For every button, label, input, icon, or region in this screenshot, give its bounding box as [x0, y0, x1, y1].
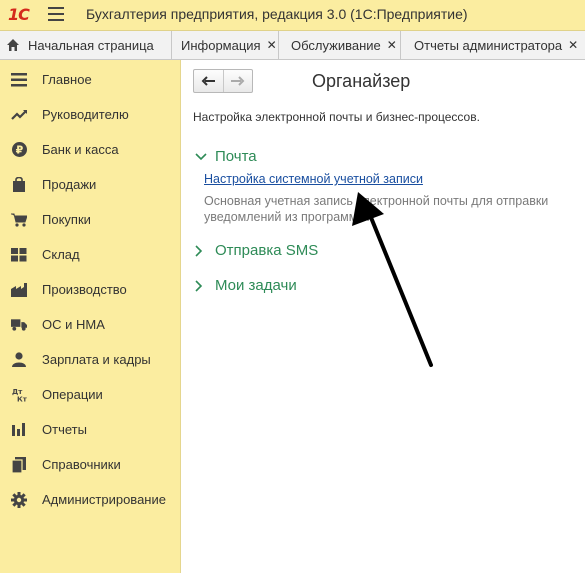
sidebar-item-label: Зарплата и кадры	[42, 352, 151, 367]
tab-info-label: Информация	[181, 37, 261, 53]
group-my-tasks-label: Мои задачи	[215, 277, 297, 294]
sidebar-item-operations[interactable]: Дт Кт Операции	[0, 377, 180, 412]
main-content: Органайзер Настройка электронной почты и…	[181, 60, 585, 573]
warehouse-icon	[11, 247, 27, 263]
chevron-right-icon	[195, 244, 207, 257]
close-icon[interactable]: ✕	[568, 38, 578, 52]
group-mail[interactable]: Почта	[195, 148, 257, 165]
group-sms[interactable]: Отправка SMS	[195, 242, 318, 259]
sidebar-item-sales[interactable]: Продажи	[0, 167, 180, 202]
system-account-settings-link[interactable]: Настройка системной учетной записи	[204, 172, 423, 186]
sidebar-item-label: Банк и касса	[42, 142, 119, 157]
group-my-tasks[interactable]: Мои задачи	[195, 277, 297, 294]
home-icon	[7, 39, 19, 51]
close-icon[interactable]: ✕	[387, 38, 397, 52]
group-sms-label: Отправка SMS	[215, 242, 319, 259]
bar-chart-icon	[11, 422, 27, 438]
chevron-down-icon	[195, 152, 207, 161]
sidebar-item-label: Склад	[42, 247, 80, 262]
sidebar-item-label: Справочники	[42, 457, 121, 472]
forward-button[interactable]	[224, 70, 253, 92]
sidebar-item-administration[interactable]: Администрирование	[0, 482, 180, 517]
history-navigation	[193, 69, 253, 93]
sidebar-item-bank[interactable]: ₽ Банк и касса	[0, 132, 180, 167]
page-title: Органайзер	[312, 71, 411, 91]
sidebar-item-manager[interactable]: Руководителю	[0, 97, 180, 132]
sidebar-item-warehouse[interactable]: Склад	[0, 237, 180, 272]
sidebar-item-salary[interactable]: Зарплата и кадры	[0, 342, 180, 377]
arrow-left-icon	[201, 76, 216, 86]
sidebar: Главное Руководителю ₽ Банк и касса Прод…	[0, 60, 181, 573]
tab-home-label: Начальная страница	[28, 37, 154, 53]
tab-bar: Начальная страница Информация ✕ Обслужив…	[0, 31, 585, 60]
mail-hint: Основная учетная запись электронной почт…	[204, 194, 549, 224]
ruble-icon: ₽	[11, 142, 27, 158]
list-icon	[11, 72, 27, 88]
sidebar-item-label: Администрирование	[42, 492, 166, 507]
sidebar-item-directories[interactable]: Справочники	[0, 447, 180, 482]
page-description: Настройка электронной почты и бизнес-про…	[193, 110, 480, 124]
tab-admin-reports[interactable]: Отчеты администратора ✕	[402, 31, 585, 59]
group-mail-label: Почта	[215, 148, 257, 165]
svg-text:Кт: Кт	[17, 396, 27, 403]
sidebar-item-purchases[interactable]: Покупки	[0, 202, 180, 237]
dt-kt-icon: Дт Кт	[11, 387, 27, 403]
sidebar-item-label: Продажи	[42, 177, 97, 192]
sidebar-item-reports[interactable]: Отчеты	[0, 412, 180, 447]
svg-text:₽: ₽	[15, 144, 23, 157]
sidebar-item-label: Отчеты	[42, 422, 87, 437]
sidebar-item-label: Операции	[42, 387, 103, 402]
sidebar-item-label: Главное	[42, 72, 92, 87]
sidebar-item-label: Производство	[42, 282, 127, 297]
bag-icon	[11, 177, 27, 193]
tab-admin-reports-label: Отчеты администратора	[414, 37, 563, 53]
tab-home[interactable]: Начальная страница	[0, 31, 172, 59]
tab-info[interactable]: Информация ✕	[172, 31, 279, 59]
factory-icon	[11, 282, 27, 298]
app-title: Бухгалтерия предприятия, редакция 3.0 (1…	[86, 6, 468, 22]
chevron-right-icon	[195, 279, 207, 292]
tab-service-label: Обслуживание	[291, 37, 381, 53]
title-bar: 1С Бухгалтерия предприятия, редакция 3.0…	[0, 0, 585, 31]
cart-icon	[11, 212, 27, 228]
sidebar-item-production[interactable]: Производство	[0, 272, 180, 307]
sidebar-item-main[interactable]: Главное	[0, 62, 180, 97]
tab-service[interactable]: Обслуживание ✕	[280, 31, 401, 59]
hamburger-menu-icon[interactable]	[48, 7, 64, 21]
trend-icon	[11, 107, 27, 123]
truck-icon	[11, 317, 27, 333]
back-button[interactable]	[194, 70, 224, 92]
gear-icon	[11, 491, 27, 508]
books-icon	[11, 456, 27, 473]
close-icon[interactable]: ✕	[267, 38, 277, 52]
arrow-right-icon	[230, 76, 245, 86]
sidebar-item-fixed-assets[interactable]: ОС и НМА	[0, 307, 180, 342]
sidebar-item-label: ОС и НМА	[42, 317, 105, 332]
1c-logo: 1С	[8, 5, 30, 24]
sidebar-item-label: Покупки	[42, 212, 91, 227]
person-icon	[11, 352, 27, 368]
sidebar-item-label: Руководителю	[42, 107, 129, 122]
